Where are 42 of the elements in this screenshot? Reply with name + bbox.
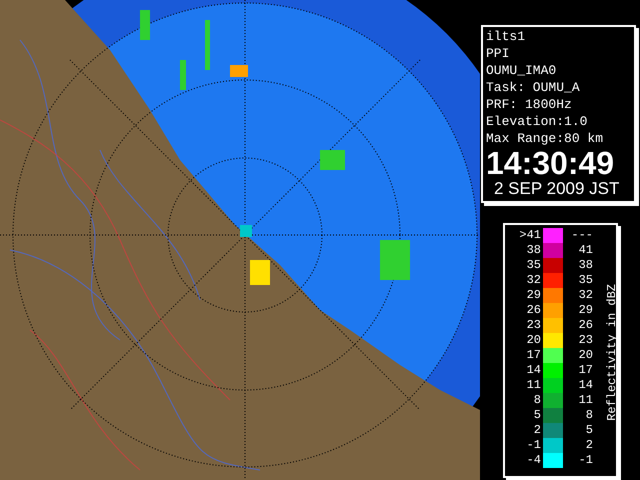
legend-low-value: 38 [526, 243, 542, 258]
legend-low-value: 14 [526, 363, 542, 378]
info-line: ilts1 [486, 28, 526, 45]
legend-low-value: 5 [532, 408, 542, 423]
legend-high-value: 5 [584, 423, 593, 438]
legend-high-value: 2 [584, 438, 593, 453]
legend-low-value: 20 [526, 333, 542, 348]
info-line: OUMU_IMA0 [486, 62, 558, 79]
legend-low-value: 35 [526, 258, 542, 273]
date-display: 2 SEP 2009 JST [493, 179, 620, 199]
legend-low-value: 29 [526, 288, 542, 303]
legend-high-value: 26 [578, 318, 593, 333]
info-line: PRF: 1800Hz [486, 96, 573, 113]
info-line: Max Range:80 km [486, 130, 604, 147]
legend-low-value: 11 [526, 378, 542, 393]
legend-high-value: 29 [578, 303, 593, 318]
legend-high-value: 41 [578, 243, 593, 258]
legend-low-value: 8 [532, 393, 542, 408]
legend-high-value: 23 [578, 333, 593, 348]
legend-low-value: 17 [526, 348, 542, 363]
legend-high-value: 17 [578, 363, 593, 378]
legend-low-value: 32 [526, 273, 542, 288]
legend-title: Reflectivity in dBZ [604, 284, 620, 420]
legend-low-value: >41 [518, 228, 542, 243]
legend-low-value: 26 [526, 303, 542, 318]
legend-high-value: 11 [578, 393, 593, 408]
legend-high-value: 38 [578, 258, 593, 273]
legend-high-value: -1 [578, 453, 593, 468]
info-line: Elevation:1.0 [486, 113, 588, 130]
legend-high-value: 32 [578, 288, 593, 303]
legend-low-value: -4 [526, 453, 542, 468]
legend-high-value: 35 [578, 273, 593, 288]
info-line: PPI [486, 45, 510, 62]
legend-high-value: 8 [584, 408, 593, 423]
legend-low-value: 2 [532, 423, 542, 438]
legend-low-value: 23 [526, 318, 542, 333]
time-display: 14:30:49 [486, 147, 614, 179]
info-line: Task: OUMU_A [486, 79, 581, 96]
legend-high-value: 20 [578, 348, 593, 363]
legend-low-value: -1 [526, 438, 542, 453]
legend-high-value: 14 [578, 378, 593, 393]
legend-high-value: --- [570, 228, 593, 243]
